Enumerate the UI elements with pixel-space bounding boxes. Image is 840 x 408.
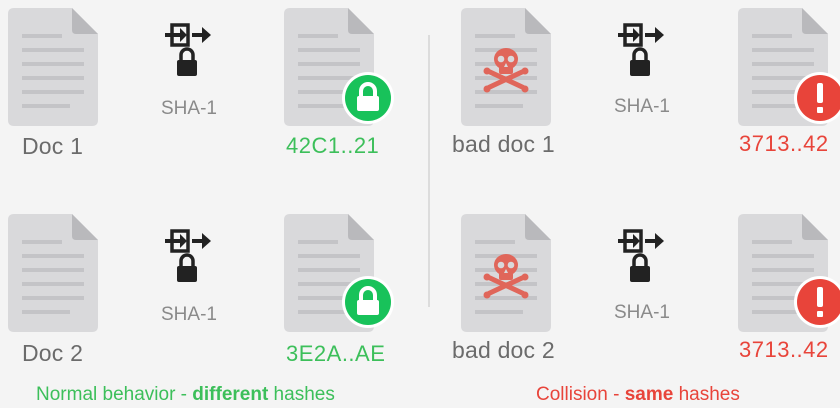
skull-crossbones-icon [481,44,531,99]
hash-function-icon [160,228,220,288]
hash-value: 3713..42 [739,337,829,362]
skull-crossbones-icon [481,250,531,305]
hash-function-label: SHA-1 [161,98,217,119]
hash-value: 3713..42 [739,131,829,156]
alert-badge-icon [792,70,840,131]
doc-label: bad doc 2 [452,337,555,363]
doc-label: Doc 2 [22,340,84,366]
normal-behavior-caption: Normal behavior - different hashes [36,384,335,405]
alert-badge-icon [792,274,840,335]
lock-badge-icon [340,274,396,335]
hash-function-label: SHA-1 [161,304,217,325]
lock-badge-icon [340,70,396,131]
hash-function-icon [613,22,673,82]
doc-label: Doc 1 [22,133,84,159]
hash-value: 42C1..21 [286,133,380,158]
hash-function-icon [613,228,673,288]
doc-label: bad doc 1 [452,131,555,157]
document-icon [8,8,98,126]
hash-function-label: SHA-1 [614,302,670,323]
hash-value: 3E2A..AE [286,341,386,366]
hash-function-icon [160,22,220,82]
hash-function-label: SHA-1 [614,96,670,117]
collision-caption: Collision - same hashes [536,384,740,405]
panel-divider [428,35,430,307]
document-icon [8,214,98,332]
